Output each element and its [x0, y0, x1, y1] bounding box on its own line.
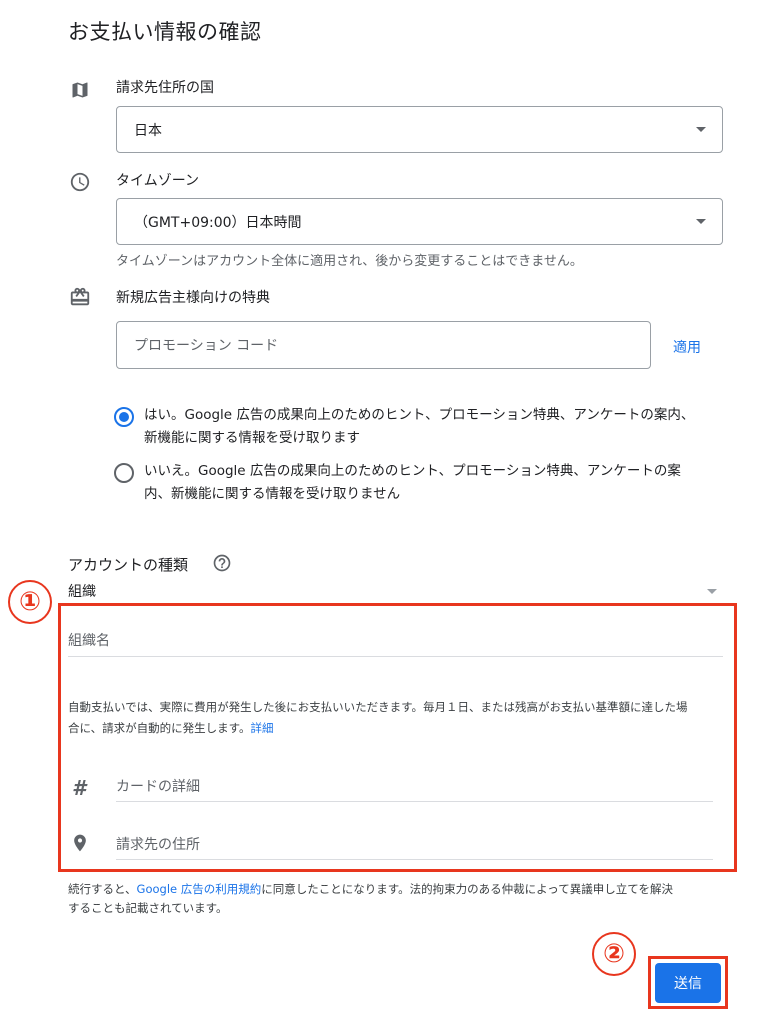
help-icon[interactable] [212, 553, 232, 573]
submit-button[interactable]: 送信 [655, 963, 721, 1003]
timezone-select[interactable]: （GMT+09:00）日本時間 [116, 198, 723, 245]
terms-text: 続行すると、Google 広告の利用規約に同意したことになります。法的拘束力のあ… [68, 882, 673, 915]
billing-country-select[interactable]: 日本 [116, 106, 723, 153]
card-details-placeholder: カードの詳細 [116, 779, 200, 795]
promotion-code-input[interactable]: プロモーション コード [116, 321, 651, 369]
terms-link[interactable]: Google 広告の利用規約 [137, 882, 262, 896]
billing-address-input[interactable]: 請求先の住所 [116, 834, 713, 860]
opt-in-no-radio[interactable] [114, 463, 134, 483]
opt-in-yes-label[interactable]: はい。Google 広告の成果向上のためのヒント、プロモーション特典、アンケート… [144, 404, 734, 450]
card-details-input[interactable]: カードの詳細 [116, 776, 713, 802]
gift-icon [68, 285, 92, 309]
account-type-select[interactable]: 組織 [68, 581, 723, 603]
dropdown-arrow-icon [696, 218, 706, 224]
location-pin-icon [70, 832, 90, 854]
timezone-helper-text: タイムゾーンはアカウント全体に適用され、後から変更することはできません。 [116, 254, 583, 269]
hash-icon: # [72, 776, 86, 800]
promotion-code-placeholder: プロモーション コード [134, 338, 279, 354]
billing-country-value: 日本 [134, 122, 162, 139]
account-type-value: 組織 [68, 584, 96, 600]
billing-address-placeholder: 請求先の住所 [116, 837, 200, 853]
annotation-badge-2: ② [592, 932, 636, 976]
timezone-label: タイムゾーン [116, 173, 200, 189]
organization-name-placeholder: 組織名 [68, 633, 110, 649]
map-icon [68, 78, 92, 102]
clock-icon [68, 170, 92, 194]
annotation-badge-1: ① [8, 580, 52, 624]
billing-country-label: 請求先住所の国 [116, 80, 214, 96]
opt-in-no-label[interactable]: いいえ。Google 広告の成果向上のためのヒント、プロモーション特典、アンケー… [144, 460, 734, 506]
organization-name-input[interactable]: 組織名 [68, 630, 723, 657]
account-type-label: アカウントの種類 [68, 556, 189, 574]
dropdown-arrow-icon [696, 126, 706, 132]
opt-in-yes-radio[interactable] [114, 407, 134, 427]
timezone-value: （GMT+09:00）日本時間 [134, 214, 302, 231]
auto-pay-description: 自動支払いでは、実際に費用が発生した後にお支払いいただきます。毎月１日、または残… [68, 700, 688, 735]
details-link[interactable]: 詳細 [251, 721, 274, 735]
dropdown-arrow-icon [707, 589, 717, 594]
promotion-label: 新規広告主様向けの特典 [116, 290, 270, 306]
page-title: お支払い情報の確認 [68, 20, 262, 44]
apply-button[interactable]: 適用 [673, 337, 701, 357]
